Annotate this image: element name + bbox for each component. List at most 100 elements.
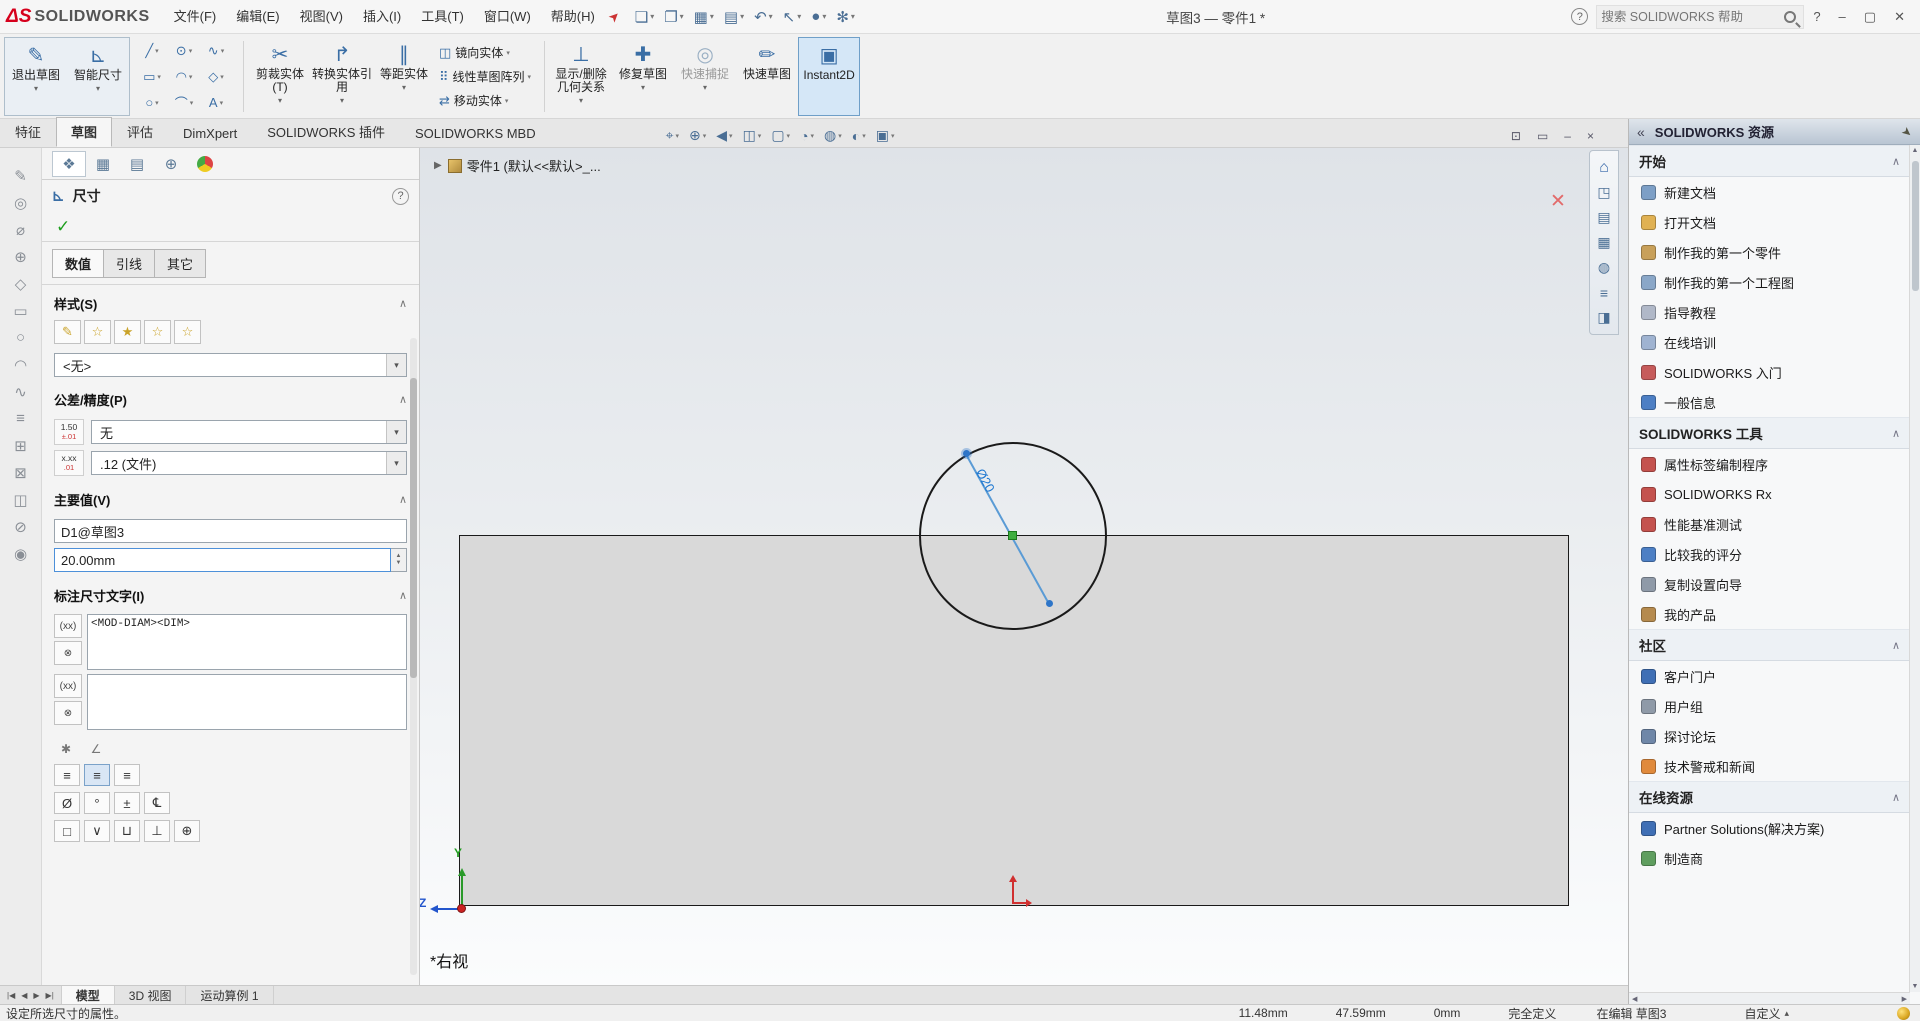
left-toolbar-icon[interactable]: ✎ [14, 162, 27, 189]
counterbore-symbol-button[interactable]: ⊔ [114, 820, 140, 842]
sketch-tool-button[interactable]: ◠▾ [168, 64, 200, 90]
menu-item[interactable]: 视图(V) [290, 0, 353, 33]
ribbon-large-button[interactable]: ✂ 剪裁实体(T) ▾ [249, 37, 311, 116]
vertical-scrollbar[interactable]: ▲ ▼ [1909, 145, 1920, 992]
dimension-endpoint[interactable] [1046, 600, 1053, 607]
cancel-dimension-icon[interactable]: ✕ [1550, 190, 1566, 213]
dimension-name-input[interactable] [54, 519, 407, 543]
next-tab-button[interactable]: ▶ [30, 991, 42, 1000]
scroll-left-icon[interactable]: ◀ [1632, 995, 1637, 1003]
dropdown-arrow-icon[interactable]: ▾ [402, 83, 406, 92]
view-tool-button[interactable]: ⌖▾ [661, 127, 684, 144]
value-spinner[interactable]: ▲▼ [391, 548, 407, 572]
dropdown-arrow-icon[interactable]: ▾ [811, 132, 815, 140]
sketch-tool-button[interactable]: A▾ [200, 90, 232, 116]
origin-point[interactable] [457, 904, 466, 913]
exit-sketch-button[interactable]: ✎ 退出草图 ▾ [5, 38, 67, 115]
expand-arrow-icon[interactable]: ▶ [434, 160, 442, 171]
tab-dimxpert[interactable]: DimXpert [168, 121, 252, 147]
view-tool-button[interactable]: ◔▾ [795, 128, 819, 144]
resource-link[interactable]: 探讨论坛 [1629, 721, 1910, 751]
view-tool-button[interactable]: ◍▾ [819, 127, 847, 144]
dropdown-arrow-icon[interactable]: ▾ [641, 83, 645, 92]
tab-motion-study[interactable]: 运动算例 1 [186, 986, 273, 1004]
dropdown-arrow-icon[interactable]: ▾ [851, 12, 855, 21]
scrollbar-thumb[interactable] [410, 378, 417, 678]
left-toolbar-icon[interactable]: ▭ [13, 297, 27, 324]
tolerance-type-dropdown[interactable]: 无 ▾ [91, 420, 407, 444]
minimize-button[interactable]: – [1830, 1, 1855, 33]
more-symbols-button[interactable]: ⊕ [174, 820, 200, 842]
task-pane-tab-icon[interactable]: ◍ [1598, 255, 1610, 280]
doc-close-icon[interactable]: × [1579, 129, 1602, 143]
dropdown-arrow-icon[interactable]: ▾ [340, 96, 344, 105]
panel-tab-dimxpert[interactable]: ⊕ [154, 151, 188, 177]
chevron-down-icon[interactable]: ▾ [386, 354, 406, 376]
align-right-button[interactable]: ≡ [114, 764, 140, 786]
ribbon-small-button[interactable]: ⠿ 线性草图阵列 ▾ [435, 65, 535, 89]
resource-link[interactable]: 一般信息 [1629, 387, 1910, 417]
resource-link[interactable]: 性能基准测试 [1629, 509, 1910, 539]
resource-link[interactable]: 在线培训 [1629, 327, 1910, 357]
scrollbar-thumb[interactable] [1912, 161, 1919, 291]
menu-item[interactable]: 窗口(W) [474, 0, 541, 33]
resource-link[interactable]: 制造商 [1629, 843, 1910, 873]
style-button[interactable]: ☆ [174, 320, 201, 344]
view-tool-button[interactable]: ◀▾ [711, 127, 737, 144]
ribbon-large-button[interactable]: ⊥ 显示/删除几何关系 ▾ [550, 37, 612, 116]
doc-window-icon[interactable]: ▭ [1529, 129, 1556, 143]
align-center-button[interactable]: ≡ [84, 764, 110, 786]
left-toolbar-icon[interactable]: ⊞ [14, 432, 27, 459]
dropdown-arrow-icon[interactable]: ▾ [34, 84, 38, 93]
tab-addins[interactable]: SOLIDWORKS 插件 [252, 117, 400, 147]
resource-link[interactable]: 制作我的第一个零件 [1629, 237, 1910, 267]
dropdown-arrow-icon[interactable]: ▾ [505, 97, 509, 105]
view-tool-button[interactable]: ⊕▾ [684, 127, 711, 144]
scroll-up-icon[interactable]: ▲ [1912, 147, 1919, 154]
view-tool-button[interactable]: ▢▾ [766, 127, 795, 144]
ribbon-small-button[interactable]: ◫ 镜向实体 ▾ [435, 41, 535, 65]
left-toolbar-icon[interactable]: ⊕ [14, 243, 27, 270]
collapse-chevron-icon[interactable]: ∧ [399, 493, 407, 506]
pin-icon[interactable]: ➤ [1899, 123, 1916, 140]
left-toolbar-icon[interactable]: ◉ [14, 540, 27, 567]
resource-link[interactable]: 复制设置向导 [1629, 569, 1910, 599]
dropdown-arrow-icon[interactable]: ▾ [703, 83, 707, 92]
sketch-tool-button[interactable]: ○▾ [136, 90, 168, 116]
inspection-button[interactable]: ⊗ [54, 701, 82, 725]
quick-toolbar-button[interactable]: ↶▾ [749, 3, 778, 31]
menu-item[interactable]: 工具(T) [411, 0, 474, 33]
sketch-tool-button[interactable]: ╱▾ [136, 38, 168, 64]
quick-snaps-button[interactable]: ◎ 快速捕捉 ▾ [674, 37, 736, 116]
dropdown-arrow-icon[interactable]: ▾ [703, 132, 707, 140]
diameter-symbol-button[interactable]: Ø [54, 792, 80, 814]
task-pane-tab-icon[interactable]: ▦ [1597, 230, 1610, 255]
resource-link[interactable]: 客户门户 [1629, 661, 1910, 691]
dropdown-arrow-icon[interactable]: ▾ [157, 73, 161, 81]
ribbon-large-button[interactable]: ∥ 等距实体 ▾ [373, 37, 435, 116]
style-dropdown[interactable]: <无> ▾ [54, 353, 407, 377]
dropdown-arrow-icon[interactable]: ▾ [278, 96, 282, 105]
quick-toolbar-button[interactable]: ▦▾ [689, 3, 719, 31]
sketch-tool-button[interactable]: ∿▾ [200, 38, 232, 64]
left-toolbar-icon[interactable]: ≡ [16, 405, 25, 432]
tab-value[interactable]: 数值 [52, 249, 104, 278]
help-menu-button[interactable]: ? [1804, 1, 1829, 33]
quick-toolbar-button[interactable]: ❏▾ [630, 3, 659, 31]
dropdown-arrow-icon[interactable]: ▾ [96, 84, 100, 93]
tab-other[interactable]: 其它 [154, 249, 206, 278]
tab-leaders[interactable]: 引线 [103, 249, 155, 278]
dropdown-arrow-icon[interactable]: ▾ [155, 47, 159, 55]
dropdown-arrow-icon[interactable]: ▾ [680, 12, 684, 21]
menu-item[interactable]: 文件(F) [164, 0, 227, 33]
ok-button[interactable]: ✓ [56, 217, 70, 237]
doc-restore-icon[interactable]: ⊡ [1503, 129, 1529, 143]
search-input[interactable] [1601, 10, 1781, 24]
section-solidworks-tools[interactable]: SOLIDWORKS 工具∧ [1629, 417, 1910, 449]
section-style[interactable]: 样式(S)∧ [42, 285, 419, 318]
square-symbol-button[interactable]: □ [54, 820, 80, 842]
section-community[interactable]: 社区∧ [1629, 629, 1910, 661]
horizontal-scrollbar[interactable]: ◀ ▶ [1629, 992, 1910, 1004]
ribbon-large-button[interactable]: ↱ 转换实体引用 ▾ [311, 37, 373, 116]
plusminus-symbol-button[interactable]: ± [114, 792, 140, 814]
